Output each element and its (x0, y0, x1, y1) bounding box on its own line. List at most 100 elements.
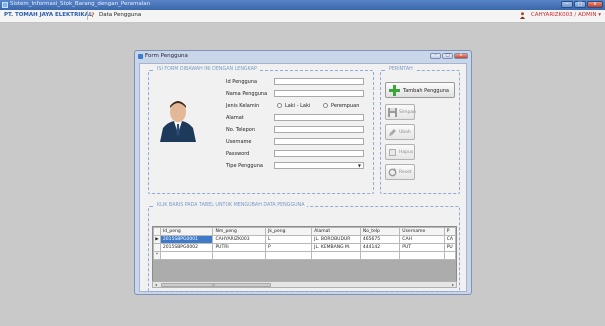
row-header-corner (153, 227, 161, 236)
delete-button[interactable]: Hapus (385, 144, 415, 160)
edit-label: Ubah (399, 130, 411, 135)
avatar (160, 101, 196, 142)
table-cell[interactable]: PUTRI (212, 243, 266, 252)
form-icon (138, 54, 143, 59)
gender-female-radio[interactable] (323, 103, 328, 108)
row-header (153, 243, 161, 252)
form-close-button[interactable]: x (454, 53, 468, 59)
table-cell[interactable] (159, 251, 214, 260)
command-group-label: PERINTAH (387, 67, 415, 72)
table-cell[interactable] (212, 251, 266, 260)
column-header[interactable]: Username (399, 227, 445, 236)
column-header[interactable]: Id_peng (159, 227, 214, 236)
app-title: Sistem_Informasi_Stok_Barang_dengan_Pera… (10, 1, 151, 7)
scrollbar-grip: III (212, 283, 215, 287)
app-window-buttons: – □ x (561, 1, 603, 8)
phone-input[interactable] (274, 126, 364, 133)
table-cell[interactable]: JL. BOROBUDUR (311, 235, 361, 244)
add-user-label: Tambah Pengguna (403, 88, 449, 94)
chevron-down-icon: ▼ (357, 163, 361, 168)
pencil-icon (389, 129, 396, 136)
app-minimize-button[interactable]: – (561, 1, 573, 8)
table-cell[interactable] (264, 251, 313, 260)
app-maximize-button[interactable]: □ (574, 1, 586, 8)
plus-icon (389, 85, 400, 96)
table-cell[interactable] (443, 251, 456, 260)
form-window: Form Pengguna – □ x ISI FORM DIBAWAH INI… (134, 50, 472, 295)
save-label: Simpan (399, 110, 416, 115)
new-row-marker: * (153, 251, 161, 260)
table-cell[interactable]: 465675 (359, 235, 401, 244)
refresh-icon (388, 168, 397, 177)
help-icon: ? (91, 12, 95, 19)
user-menu[interactable]: CAHYARIZK003 / ADMIN ▾ (531, 12, 601, 18)
username-input[interactable] (274, 138, 364, 145)
name-input[interactable] (274, 90, 364, 97)
phone-label: No. Telepon (226, 127, 256, 133)
table-cell[interactable] (399, 251, 445, 260)
column-header[interactable]: Nm_peng (212, 227, 266, 236)
app-titlebar: Sistem_Informasi_Stok_Barang_dengan_Pera… (0, 0, 605, 10)
save-button[interactable]: Simpan (385, 104, 416, 120)
reset-button[interactable]: Reset (385, 164, 415, 180)
id-input[interactable] (274, 78, 364, 85)
form-client: ISI FORM DIBAWAH INI DENGAN LENGKAP PERI… (139, 63, 467, 292)
name-label: Nama Pengguna (226, 91, 268, 97)
scrollbar-thumb[interactable]: III (161, 283, 271, 287)
table-cell[interactable]: 2015SBPG0002 (159, 243, 214, 252)
column-header[interactable]: P (443, 227, 456, 236)
user-icon (520, 12, 525, 19)
form-window-buttons: – □ x (430, 53, 468, 59)
menu-bar: PT. TOMAH JAYA ELEKTRIKAL ? Data Penggun… (0, 10, 605, 23)
column-header[interactable]: Alamat (311, 227, 361, 236)
table-cell[interactable]: P (264, 243, 313, 252)
company-name[interactable]: PT. TOMAH JAYA ELEKTRIKAL (4, 12, 92, 18)
delete-label: Hapus (399, 150, 414, 155)
app-close-button[interactable]: x (587, 1, 603, 8)
table-cell[interactable]: L (264, 235, 313, 244)
type-select[interactable]: ▼ (274, 162, 364, 169)
column-header[interactable]: No_telp (359, 227, 401, 236)
scroll-left-icon[interactable]: ◂ (155, 282, 157, 288)
gender-male-label: Laki - Laki (285, 103, 311, 109)
app-icon (2, 2, 8, 8)
address-input[interactable] (274, 114, 364, 121)
table-group-label: KLIK BARIS PADA TABEL UNTUK MENGUBAH DAT… (155, 203, 307, 208)
password-label: Password (226, 151, 250, 157)
gender-label: Jenis Kelamin (226, 103, 260, 109)
password-input[interactable] (274, 150, 364, 157)
table-cell[interactable]: 2015SBPG0001 (159, 235, 214, 244)
id-label: Id Pengguna (226, 79, 258, 85)
form-title: Form Pengguna (145, 53, 188, 59)
table-cell[interactable]: PU (443, 243, 456, 252)
type-label: Tipe Pengguna (226, 163, 263, 169)
username-label: Username (226, 139, 252, 145)
table-cell[interactable] (311, 251, 361, 260)
breadcrumb[interactable]: Data Pengguna (99, 12, 141, 18)
form-minimize-button[interactable]: – (430, 53, 441, 59)
table-cell[interactable]: JL. KEMBANG M. (311, 243, 361, 252)
add-user-button[interactable]: Tambah Pengguna (385, 82, 455, 98)
table-cell[interactable]: CAH (399, 235, 445, 244)
new-row[interactable]: * (153, 251, 456, 260)
form-maximize-button[interactable]: □ (442, 53, 453, 59)
user-table[interactable]: Id_peng Nm_peng Jk_peng Alamat No_telp U… (152, 226, 457, 282)
column-header[interactable]: Jk_peng (264, 227, 313, 236)
scroll-right-icon[interactable]: ▸ (452, 282, 454, 288)
table-cell[interactable]: PUT (399, 243, 445, 252)
table-row[interactable]: ▶ 2015SBPG0001 CAHYARIZK003 L JL. BOROBU… (153, 235, 456, 244)
table-cell[interactable]: CA (443, 235, 456, 244)
table-cell[interactable]: CAHYARIZK003 (212, 235, 266, 244)
table-row[interactable]: 2015SBPG0002 PUTRI P JL. KEMBANG M. 4441… (153, 243, 456, 252)
reset-label: Reset (399, 170, 412, 175)
table-cell[interactable] (359, 251, 401, 260)
menu-separator (87, 11, 88, 20)
gender-male-radio[interactable] (277, 103, 282, 108)
delete-icon (389, 149, 396, 156)
input-group-label: ISI FORM DIBAWAH INI DENGAN LENGKAP (155, 67, 259, 72)
address-label: Alamat (226, 115, 244, 121)
edit-button[interactable]: Ubah (385, 124, 415, 140)
user-name: CAHYARIZK003 / ADMIN (530, 12, 597, 18)
table-cell[interactable]: 444142 (359, 243, 401, 252)
table-horizontal-scrollbar[interactable]: ◂ III ▸ (152, 281, 457, 288)
